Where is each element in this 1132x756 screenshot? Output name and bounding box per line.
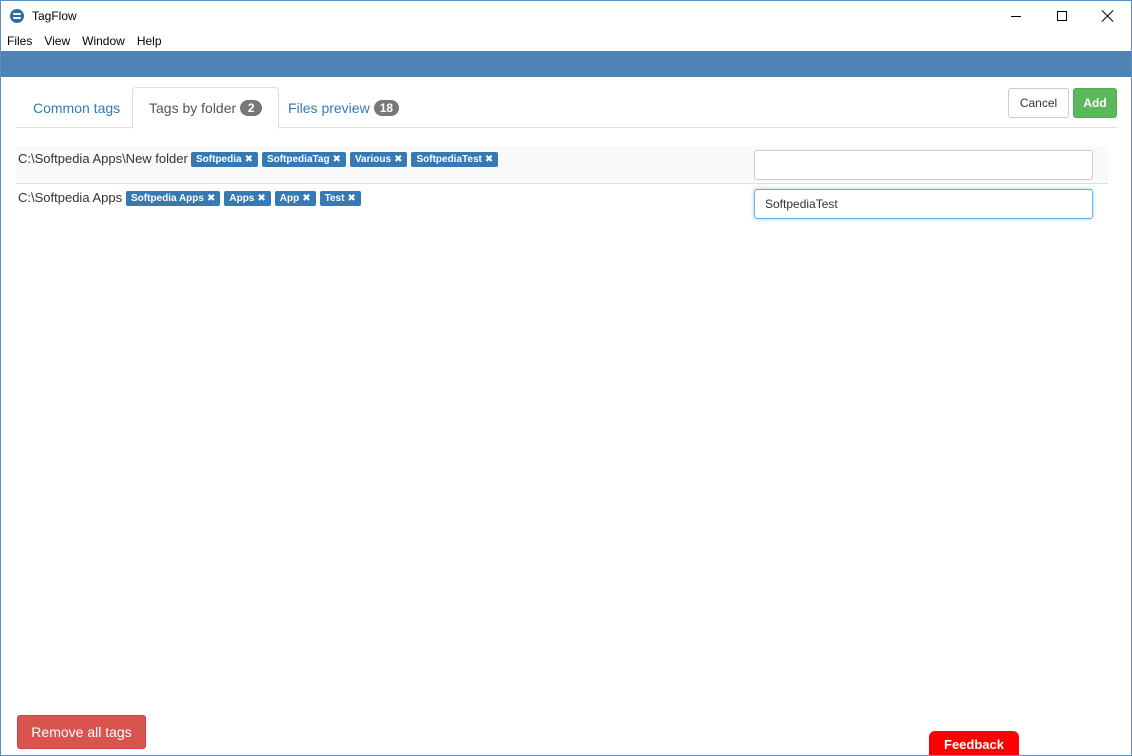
tag-label: SoftpediaTest bbox=[416, 154, 482, 165]
tagflow-logo-icon bbox=[10, 9, 24, 23]
remove-tag-icon[interactable]: ✖ bbox=[207, 193, 215, 204]
remove-tag-icon[interactable]: ✖ bbox=[347, 193, 355, 204]
remove-tag-icon[interactable]: ✖ bbox=[257, 193, 265, 204]
folder-path: C:\Softpedia Apps\New folder bbox=[18, 151, 188, 166]
tab-label: Tags by folder bbox=[149, 100, 237, 116]
remove-tag-icon[interactable]: ✖ bbox=[394, 154, 402, 165]
tag-list: Softpedia Apps ✖ Apps ✖ App ✖ Test ✖ bbox=[126, 191, 365, 206]
tag-chip[interactable]: Apps ✖ bbox=[224, 191, 271, 206]
tab-common-tags[interactable]: Common tags bbox=[17, 87, 136, 128]
menu-bar: Files View Window Help bbox=[1, 31, 1131, 51]
menu-files[interactable]: Files bbox=[7, 34, 32, 48]
folder-row: C:\Softpedia Apps\New folder Softpedia ✖ … bbox=[16, 146, 1108, 184]
tab-bar: Common tags Tags by folder 2 Files previ… bbox=[16, 87, 1117, 129]
remove-tag-icon[interactable]: ✖ bbox=[333, 154, 341, 165]
tag-label: Softpedia bbox=[196, 154, 242, 165]
remove-all-tags-button[interactable]: Remove all tags bbox=[17, 715, 146, 749]
new-tag-input[interactable] bbox=[754, 189, 1093, 219]
tab-label: Common tags bbox=[33, 99, 121, 116]
menu-help[interactable]: Help bbox=[137, 34, 162, 48]
tab-tags-by-folder[interactable]: Tags by folder 2 bbox=[132, 87, 280, 129]
close-button[interactable] bbox=[1085, 1, 1131, 31]
tag-chip[interactable]: Softpedia Apps ✖ bbox=[126, 191, 221, 206]
title-bar[interactable]: TagFlow bbox=[1, 1, 1131, 31]
folder-path: C:\Softpedia Apps bbox=[18, 190, 123, 205]
add-button[interactable]: Add bbox=[1073, 88, 1117, 118]
maximize-icon bbox=[1057, 11, 1067, 21]
minimize-icon bbox=[1011, 15, 1021, 17]
menu-window[interactable]: Window bbox=[82, 34, 125, 48]
tag-chip[interactable]: SoftpediaTest ✖ bbox=[411, 152, 499, 167]
tab-files-preview[interactable]: Files preview 18 bbox=[272, 87, 415, 128]
remove-tag-icon[interactable]: ✖ bbox=[485, 154, 493, 165]
tag-label: Various bbox=[354, 154, 392, 165]
feedback-button[interactable]: Feedback bbox=[929, 731, 1019, 755]
tag-label: SoftpediaTag bbox=[266, 154, 330, 165]
header-band bbox=[1, 51, 1131, 77]
window-title: TagFlow bbox=[32, 9, 77, 23]
remove-tag-icon[interactable]: ✖ bbox=[302, 193, 310, 204]
folder-row: C:\Softpedia Apps Softpedia Apps ✖ Apps ✖ … bbox=[16, 185, 1108, 223]
cancel-button[interactable]: Cancel bbox=[1008, 88, 1069, 118]
menu-view[interactable]: View bbox=[44, 34, 70, 48]
close-icon bbox=[1102, 10, 1114, 22]
tag-list: Softpedia ✖ SoftpediaTag ✖ Various ✖ Softpe… bbox=[191, 152, 502, 167]
tag-label: App bbox=[279, 193, 300, 204]
tag-chip[interactable]: SoftpediaTag ✖ bbox=[261, 152, 346, 167]
tag-chip[interactable]: Various ✖ bbox=[349, 152, 408, 167]
maximize-button[interactable] bbox=[1039, 1, 1085, 31]
tag-chip[interactable]: Test ✖ bbox=[319, 191, 361, 206]
tag-label: Softpedia Apps bbox=[131, 193, 204, 204]
app-window: TagFlow Files View Window Help Common ta… bbox=[0, 0, 1132, 756]
count-badge: 18 bbox=[373, 99, 400, 116]
tag-label: Apps bbox=[229, 193, 255, 204]
tag-chip[interactable]: Softpedia ✖ bbox=[191, 152, 258, 167]
count-badge: 2 bbox=[240, 100, 263, 116]
new-tag-input[interactable] bbox=[754, 150, 1093, 180]
remove-tag-icon[interactable]: ✖ bbox=[245, 154, 253, 165]
minimize-button[interactable] bbox=[993, 1, 1039, 31]
tab-label: Files preview bbox=[288, 99, 370, 116]
tag-label: Test bbox=[324, 193, 345, 204]
tag-chip[interactable]: App ✖ bbox=[274, 191, 316, 206]
